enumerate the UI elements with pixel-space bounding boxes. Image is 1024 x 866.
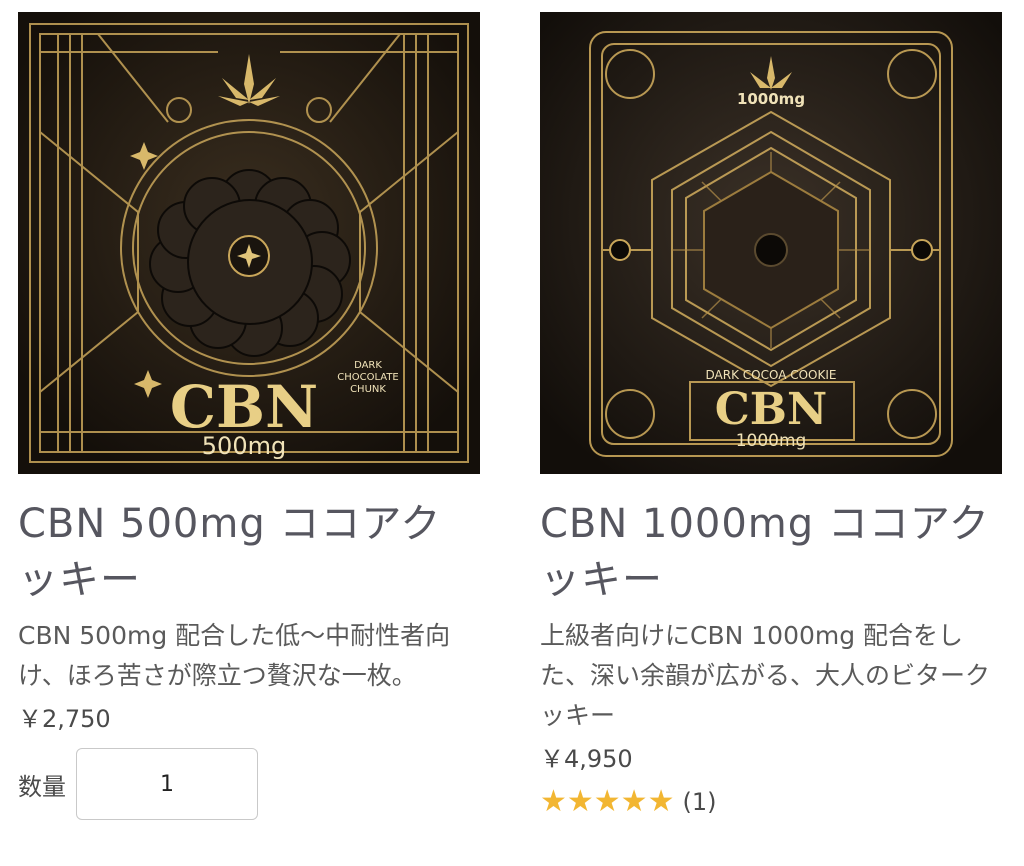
- product-price: ￥4,950: [540, 745, 633, 773]
- product-card[interactable]: CBN 500mg DARK CHOCOLATE CHUNK CBN 500mg…: [18, 12, 480, 820]
- rating[interactable]: ★★★★★ (1): [540, 784, 1002, 819]
- brand-text: CBN: [715, 384, 827, 435]
- quantity-row: 数量: [18, 748, 480, 820]
- quantity-label: 数量: [18, 772, 66, 801]
- flavor-text: CHOCOLATE: [337, 372, 399, 383]
- review-count[interactable]: (1): [682, 788, 716, 816]
- flavor-text: CHUNK: [350, 384, 386, 395]
- flavor-text: DARK: [354, 360, 382, 371]
- product-title[interactable]: CBN 1000mg ココアクッキー: [540, 496, 1002, 608]
- product-image[interactable]: 1000mg DARK COCOA COOKIE CBN 1000mg: [540, 12, 1002, 474]
- brand-text: CBN: [170, 373, 318, 441]
- product-package-art: 1000mg DARK COCOA COOKIE CBN 1000mg: [540, 12, 1002, 474]
- dose-text: 1000mg: [736, 431, 807, 451]
- dose-text: 500mg: [202, 432, 286, 460]
- flavor-text: DARK COCOA COOKIE: [706, 368, 837, 382]
- product-title[interactable]: CBN 500mg ココアクッキー: [18, 496, 480, 608]
- product-description: CBN 500mg 配合した低〜中耐性者向け、ほろ苦さが際立つ贅沢な一枚。: [18, 621, 451, 690]
- quantity-input[interactable]: [76, 748, 258, 820]
- product-image[interactable]: CBN 500mg DARK CHOCOLATE CHUNK: [18, 12, 480, 474]
- dose-text: 1000mg: [737, 90, 805, 108]
- product-price: ￥2,750: [18, 705, 111, 733]
- product-card[interactable]: 1000mg DARK COCOA COOKIE CBN 1000mg CBN …: [540, 12, 1002, 819]
- star-rating-icons: ★★★★★: [540, 784, 675, 819]
- product-package-art: CBN 500mg DARK CHOCOLATE CHUNK: [18, 12, 480, 474]
- product-description: 上級者向けにCBN 1000mg 配合をした、深い余韻が広がる、大人のビタークッ…: [540, 621, 991, 730]
